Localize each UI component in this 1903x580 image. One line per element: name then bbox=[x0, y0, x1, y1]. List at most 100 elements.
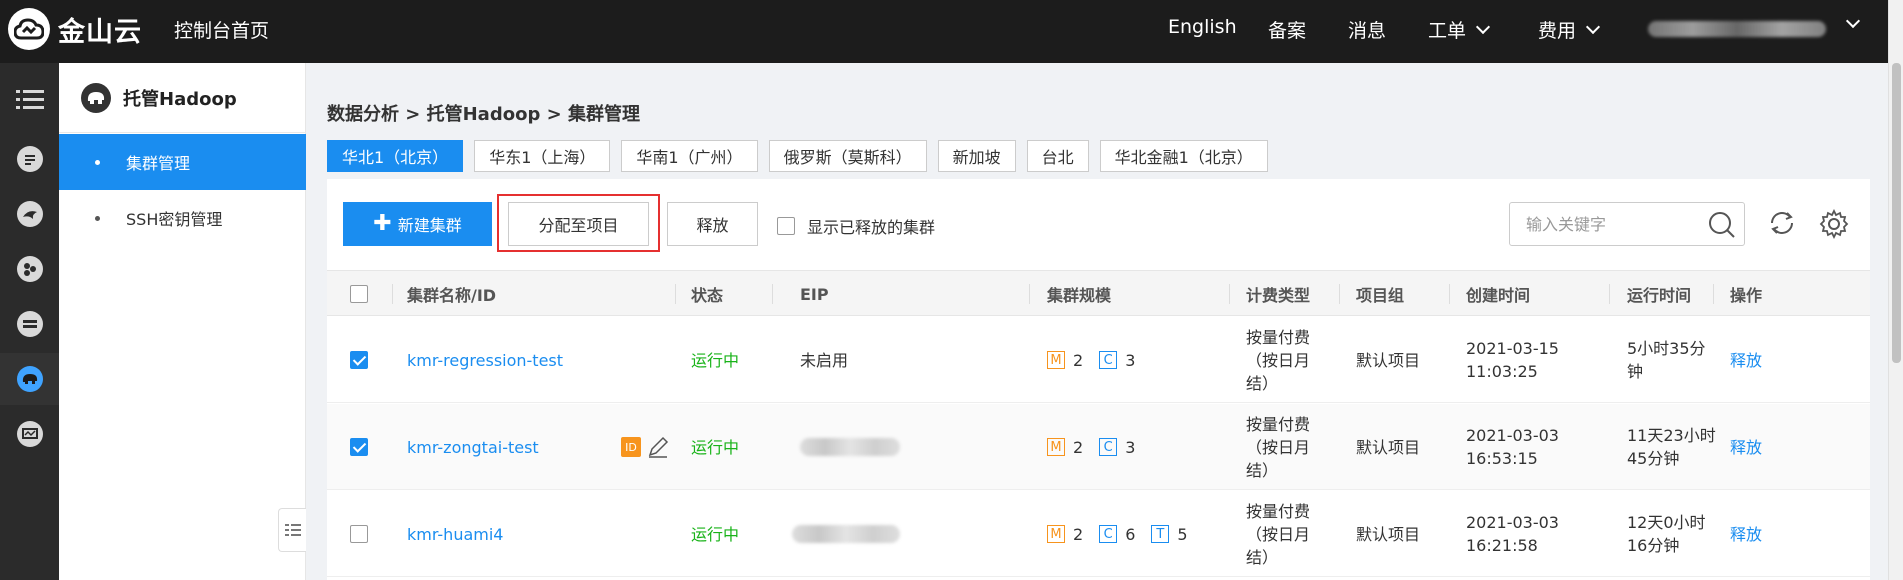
sidebar-collapse-handle[interactable] bbox=[278, 508, 306, 552]
monitor-icon bbox=[16, 421, 43, 447]
created-date: 2021-03-15 bbox=[1466, 339, 1559, 358]
dolphin-icon bbox=[16, 201, 43, 227]
user-account-blurred[interactable] bbox=[1648, 21, 1826, 37]
project-group: 默认项目 bbox=[1356, 524, 1421, 544]
settings-gear-icon[interactable] bbox=[1819, 209, 1849, 239]
chevron-down-icon bbox=[1475, 19, 1491, 34]
chevron-down-icon bbox=[1585, 19, 1601, 34]
nav-beian[interactable]: 备案 bbox=[1268, 16, 1306, 43]
column-header-name[interactable]: 集群名称/ID bbox=[407, 271, 496, 317]
nav-messages[interactable]: 消息 bbox=[1348, 16, 1386, 43]
hadoop-elephant-icon bbox=[16, 366, 43, 392]
runtime: 12天0小时 16分钟 bbox=[1627, 491, 1706, 577]
region-tabs: 华北1（北京） 华东1（上海） 华南1（广州） 俄罗斯（莫斯科） 新加坡 台北 … bbox=[327, 140, 1279, 172]
billing-line: 按量付费 bbox=[1246, 414, 1311, 434]
master-tag: M bbox=[1047, 438, 1065, 456]
row-checkbox[interactable] bbox=[350, 351, 368, 369]
runtime-line: 45分钟 bbox=[1627, 449, 1680, 468]
column-divider bbox=[772, 284, 773, 304]
show-released-toggle[interactable]: 显示已释放的集群 bbox=[777, 214, 935, 238]
cluster-name-link[interactable]: kmr-zongtai-test bbox=[407, 404, 539, 490]
release-button[interactable]: 释放 bbox=[667, 202, 758, 246]
cluster-name-link[interactable]: kmr-huami4 bbox=[407, 491, 503, 577]
search-icon[interactable] bbox=[1708, 211, 1736, 239]
billing-line: 按量付费 bbox=[1246, 327, 1311, 347]
column-header-runtime[interactable]: 运行时间 bbox=[1627, 271, 1691, 317]
core-count: 3 bbox=[1125, 350, 1136, 370]
hadoop-elephant-icon bbox=[81, 82, 111, 113]
search-box[interactable] bbox=[1509, 202, 1745, 246]
release-action-link[interactable]: 释放 bbox=[1730, 491, 1762, 577]
nav-billing-dropdown[interactable]: 费用 bbox=[1538, 16, 1601, 43]
core-tag: C bbox=[1099, 438, 1118, 456]
release-action-link[interactable]: 释放 bbox=[1730, 404, 1762, 490]
billing-line: （按日月 bbox=[1246, 350, 1311, 370]
sidebar-header: 托管Hadoop bbox=[59, 63, 306, 133]
column-header-eip[interactable]: EIP bbox=[800, 271, 829, 317]
collapse-icon bbox=[284, 524, 301, 536]
console-home-link[interactable]: 控制台首页 bbox=[174, 16, 269, 43]
search-input[interactable] bbox=[1526, 214, 1706, 234]
runtime: 5小时35分 钟 bbox=[1627, 317, 1706, 403]
table-row: kmr-regression-test 运行中 未启用 M 2 C 3 按量付费… bbox=[327, 317, 1870, 403]
sidebar-item-ssh-keys[interactable]: SSH密钥管理 bbox=[59, 190, 306, 246]
rail-item-document[interactable] bbox=[0, 133, 59, 185]
billing-type: 按量付费 （按日月 结） bbox=[1246, 491, 1310, 577]
create-cluster-button[interactable]: ✚ 新建集群 bbox=[343, 202, 492, 246]
created-clock: 16:53:15 bbox=[1466, 449, 1538, 468]
brand-logo[interactable]: 金山云 bbox=[8, 8, 142, 50]
menu-toggle[interactable] bbox=[0, 73, 59, 125]
region-tab-moscow[interactable]: 俄罗斯（莫斯科） bbox=[768, 140, 927, 172]
refresh-icon[interactable] bbox=[1768, 209, 1796, 237]
eip-redacted bbox=[792, 525, 900, 543]
product-sidebar: 托管Hadoop 集群管理 SSH密钥管理 bbox=[59, 63, 306, 580]
region-tab-shanghai[interactable]: 华东1（上海） bbox=[474, 140, 611, 172]
created-date: 2021-03-03 bbox=[1466, 513, 1559, 532]
rail-item-dolphin[interactable] bbox=[0, 188, 59, 240]
region-tab-beijing[interactable]: 华北1（北京） bbox=[327, 140, 464, 172]
assign-to-project-button[interactable]: 分配至项目 bbox=[508, 202, 649, 246]
edit-pencil-icon[interactable] bbox=[647, 404, 669, 490]
nav-tickets-dropdown[interactable]: 工单 bbox=[1428, 16, 1491, 43]
column-header-project[interactable]: 项目组 bbox=[1356, 271, 1404, 317]
chevron-down-icon[interactable] bbox=[1845, 13, 1861, 29]
release-action-link[interactable]: 释放 bbox=[1730, 317, 1762, 403]
column-header-scale[interactable]: 集群规模 bbox=[1047, 271, 1111, 317]
region-tab-singapore[interactable]: 新加坡 bbox=[937, 140, 1016, 172]
status-text: 运行中 bbox=[691, 350, 740, 370]
select-all-checkbox[interactable] bbox=[350, 285, 368, 303]
sidebar-item-label: SSH密钥管理 bbox=[126, 210, 223, 229]
row-checkbox[interactable] bbox=[350, 438, 368, 456]
row-checkbox[interactable] bbox=[350, 525, 368, 543]
runtime-line: 16分钟 bbox=[1627, 536, 1680, 555]
column-header-billing[interactable]: 计费类型 bbox=[1246, 271, 1310, 317]
column-header-action: 操作 bbox=[1730, 286, 1763, 305]
show-released-checkbox[interactable] bbox=[777, 217, 795, 235]
region-tab-finance-beijing[interactable]: 华北金融1（北京） bbox=[1099, 140, 1268, 172]
rail-item-cluster[interactable] bbox=[0, 243, 59, 295]
sidebar-item-cluster-management[interactable]: 集群管理 bbox=[59, 134, 306, 190]
document-icon bbox=[16, 146, 43, 172]
created-time: 2021-03-03 16:21:58 bbox=[1466, 491, 1559, 577]
id-badge-icon[interactable]: ID bbox=[621, 404, 641, 490]
region-tab-taipei[interactable]: 台北 bbox=[1026, 140, 1089, 172]
top-bar: 金山云 控制台首页 English 备案 消息 工单 费用 bbox=[0, 0, 1903, 63]
nav-english[interactable]: English bbox=[1168, 16, 1237, 38]
rail-item-server[interactable] bbox=[0, 298, 59, 350]
rail-item-hadoop[interactable] bbox=[0, 353, 59, 405]
column-divider bbox=[1609, 284, 1610, 304]
brand-name: 金山云 bbox=[58, 16, 142, 48]
page-scrollbar[interactable] bbox=[1888, 0, 1903, 580]
scrollbar-thumb[interactable] bbox=[1892, 63, 1901, 363]
column-header-created[interactable]: 创建时间 bbox=[1466, 271, 1530, 317]
product-icon-rail bbox=[0, 63, 59, 580]
region-tab-guangzhou[interactable]: 华南1（广州） bbox=[621, 140, 758, 172]
cluster-name-link[interactable]: kmr-regression-test bbox=[407, 317, 563, 403]
rail-item-monitor[interactable] bbox=[0, 408, 59, 460]
column-header-status[interactable]: 状态 bbox=[691, 271, 723, 317]
runtime-line: 5小时35分 bbox=[1627, 339, 1706, 358]
plus-icon: ✚ bbox=[373, 211, 392, 236]
row-select-cell bbox=[350, 404, 368, 490]
breadcrumb: 数据分析 > 托管Hadoop > 集群管理 bbox=[327, 104, 640, 125]
eip-redacted bbox=[800, 438, 900, 456]
